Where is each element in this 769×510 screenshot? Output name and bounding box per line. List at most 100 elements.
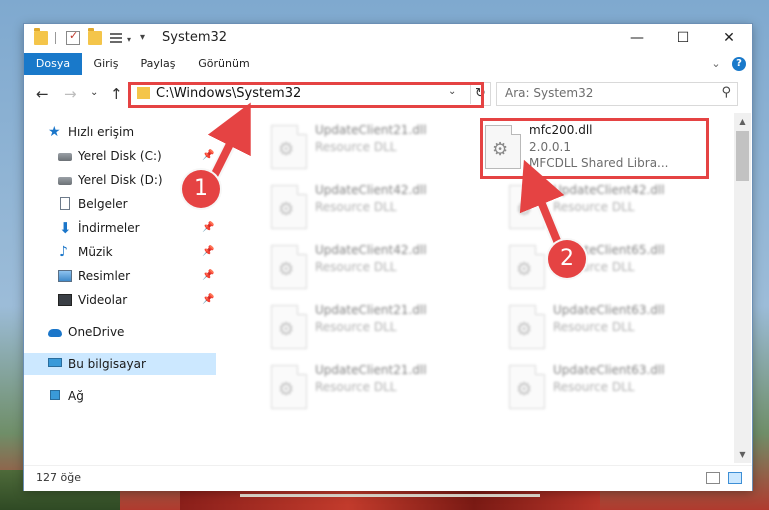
sidebar-item-quick-access[interactable]: ★ Hızlı erişim <box>24 121 216 143</box>
drive-icon <box>58 153 72 161</box>
file-tile[interactable]: ⚙ UpdateClient42.dll Resource DLL <box>503 179 703 235</box>
search-icon[interactable]: ⚲ <box>721 85 731 100</box>
dll-file-icon: ⚙ <box>509 365 545 409</box>
expand-ribbon-icon[interactable]: ⌄ <box>708 53 724 75</box>
sidebar-item-label: Yerel Disk (D:) <box>78 173 163 187</box>
vertical-scrollbar[interactable]: ▲ ▼ <box>734 113 751 463</box>
tab-home[interactable]: Giriş <box>82 53 130 75</box>
scroll-up-icon[interactable]: ▲ <box>734 113 751 130</box>
music-icon: ♪ <box>59 244 68 260</box>
folder-icon <box>34 28 48 45</box>
file-name: UpdateClient42.dll <box>315 183 427 197</box>
help-icon[interactable]: ? <box>732 57 746 71</box>
file-tile[interactable]: ⚙ UpdateClient42.dll Resource DLL <box>265 179 465 235</box>
file-tile[interactable]: ⚙ UpdateClient21.dll Resource DLL <box>265 299 465 355</box>
file-name: UpdateClient21.dll <box>315 123 427 137</box>
item-count: 127 öğe <box>36 471 81 484</box>
file-tile[interactable]: ⚙ UpdateClient63.dll Resource DLL <box>503 359 703 415</box>
scroll-down-icon[interactable]: ▼ <box>734 446 751 463</box>
pin-icon[interactable]: 📌 <box>202 265 214 287</box>
ribbon-tabs: Dosya Giriş Paylaş Görünüm ⌄ ? <box>24 53 752 76</box>
download-icon: ⬇ <box>59 219 72 237</box>
file-tile[interactable]: ⚙ UpdateClient65.dll Resource DLL <box>503 239 703 295</box>
file-tile[interactable]: ⚙ UpdateClient21.dll Resource DLL <box>265 359 465 415</box>
sidebar-item-label: Ağ <box>68 389 84 403</box>
sidebar-item-label: Müzik <box>78 245 113 259</box>
video-icon <box>58 294 72 306</box>
back-arrow-icon[interactable]: ← <box>36 85 49 103</box>
properties-icon[interactable] <box>66 29 80 45</box>
file-name: UpdateClient42.dll <box>553 183 665 197</box>
recent-locations-icon[interactable]: ⌄ <box>90 87 98 98</box>
pin-icon[interactable]: 📌 <box>202 145 214 167</box>
large-icons-view-icon[interactable] <box>728 472 742 484</box>
step-1-badge: 1 <box>182 170 220 208</box>
up-arrow-icon[interactable]: ↑ <box>110 85 123 103</box>
sidebar-item-downloads[interactable]: ⬇ İndirmeler 📌 <box>24 217 216 239</box>
step-2-badge: 2 <box>548 240 586 278</box>
sidebar-item-videos[interactable]: Videolar 📌 <box>24 289 216 311</box>
sidebar-item-label: Resimler <box>78 269 131 283</box>
dll-file-icon: ⚙ <box>271 125 307 169</box>
file-description: Resource DLL <box>315 380 397 394</box>
forward-arrow-icon[interactable]: → <box>64 85 77 103</box>
file-tile[interactable]: ⚙ UpdateClient63.dll Resource DLL <box>503 299 703 355</box>
documents-icon <box>60 197 70 210</box>
cloud-icon <box>48 329 62 337</box>
dll-file-icon: ⚙ <box>271 245 307 289</box>
file-name: UpdateClient63.dll <box>553 363 665 377</box>
chevron-down-icon[interactable]: ▾ <box>127 35 131 44</box>
sidebar-item-pictures[interactable]: Resimler 📌 <box>24 265 216 287</box>
new-folder-icon[interactable] <box>88 28 102 45</box>
customize-toolbar-icon[interactable]: ▾ <box>140 32 145 43</box>
sidebar-item-label: Yerel Disk (C:) <box>78 149 162 163</box>
scroll-thumb[interactable] <box>736 131 749 181</box>
tab-file[interactable]: Dosya <box>24 53 82 75</box>
sidebar-item-label: Bu bilgisayar <box>68 357 146 371</box>
dll-file-icon: ⚙ <box>271 305 307 349</box>
file-tile[interactable]: ⚙ UpdateClient42.dll Resource DLL <box>265 239 465 295</box>
dll-file-icon: ⚙ <box>271 365 307 409</box>
dll-file-icon: ⚙ <box>509 305 545 349</box>
details-view-icon[interactable] <box>706 472 720 484</box>
file-tile[interactable]: ⚙ UpdateClient21.dll Resource DLL <box>265 119 465 175</box>
sidebar-item-label: Belgeler <box>78 197 128 211</box>
file-description: Resource DLL <box>553 320 635 334</box>
dll-file-icon: ⚙ <box>509 245 545 289</box>
tab-view[interactable]: Görünüm <box>186 53 262 75</box>
sidebar-item-label: İndirmeler <box>78 221 140 235</box>
maximize-button[interactable]: ☐ <box>660 24 706 53</box>
file-description: Resource DLL <box>315 140 397 154</box>
sidebar-item-this-pc[interactable]: Bu bilgisayar <box>24 353 216 375</box>
sidebar-item-label: Videolar <box>78 293 128 307</box>
close-button[interactable]: ✕ <box>706 24 752 53</box>
sidebar-item-network[interactable]: Ağ <box>24 385 216 407</box>
file-description: Resource DLL <box>553 380 635 394</box>
sidebar-item-music[interactable]: ♪ Müzik 📌 <box>24 241 216 263</box>
status-bar: 127 öğe <box>24 465 752 491</box>
minimize-button[interactable]: — <box>614 24 660 53</box>
search-box[interactable]: Ara: System32 ⚲ <box>496 82 738 106</box>
file-description: Resource DLL <box>315 320 397 334</box>
pin-icon[interactable]: 📌 <box>202 217 214 239</box>
file-name: UpdateClient63.dll <box>553 303 665 317</box>
pin-icon[interactable]: 📌 <box>202 289 214 311</box>
address-highlight-box <box>128 82 484 108</box>
search-input[interactable]: Ara: System32 <box>505 86 593 100</box>
file-name: UpdateClient42.dll <box>315 243 427 257</box>
sidebar-item-onedrive[interactable]: OneDrive <box>24 321 216 343</box>
file-description: Resource DLL <box>553 200 635 214</box>
dll-file-icon: ⚙ <box>271 185 307 229</box>
file-description: Resource DLL <box>315 200 397 214</box>
tab-share[interactable]: Paylaş <box>130 53 186 75</box>
sidebar-item-label: OneDrive <box>68 325 125 339</box>
sidebar-item-label: Hızlı erişim <box>68 125 135 139</box>
pin-icon[interactable]: 📌 <box>202 241 214 263</box>
sidebar-item-local-disk-c[interactable]: Yerel Disk (C:) 📌 <box>24 145 216 167</box>
title-bar: ▾ ▾ System32 — ☐ ✕ <box>24 24 752 53</box>
pictures-icon <box>58 270 72 282</box>
file-highlight-box <box>480 118 709 179</box>
file-description: Resource DLL <box>315 260 397 274</box>
dll-file-icon: ⚙ <box>509 185 545 229</box>
window-title: System32 <box>162 30 228 45</box>
